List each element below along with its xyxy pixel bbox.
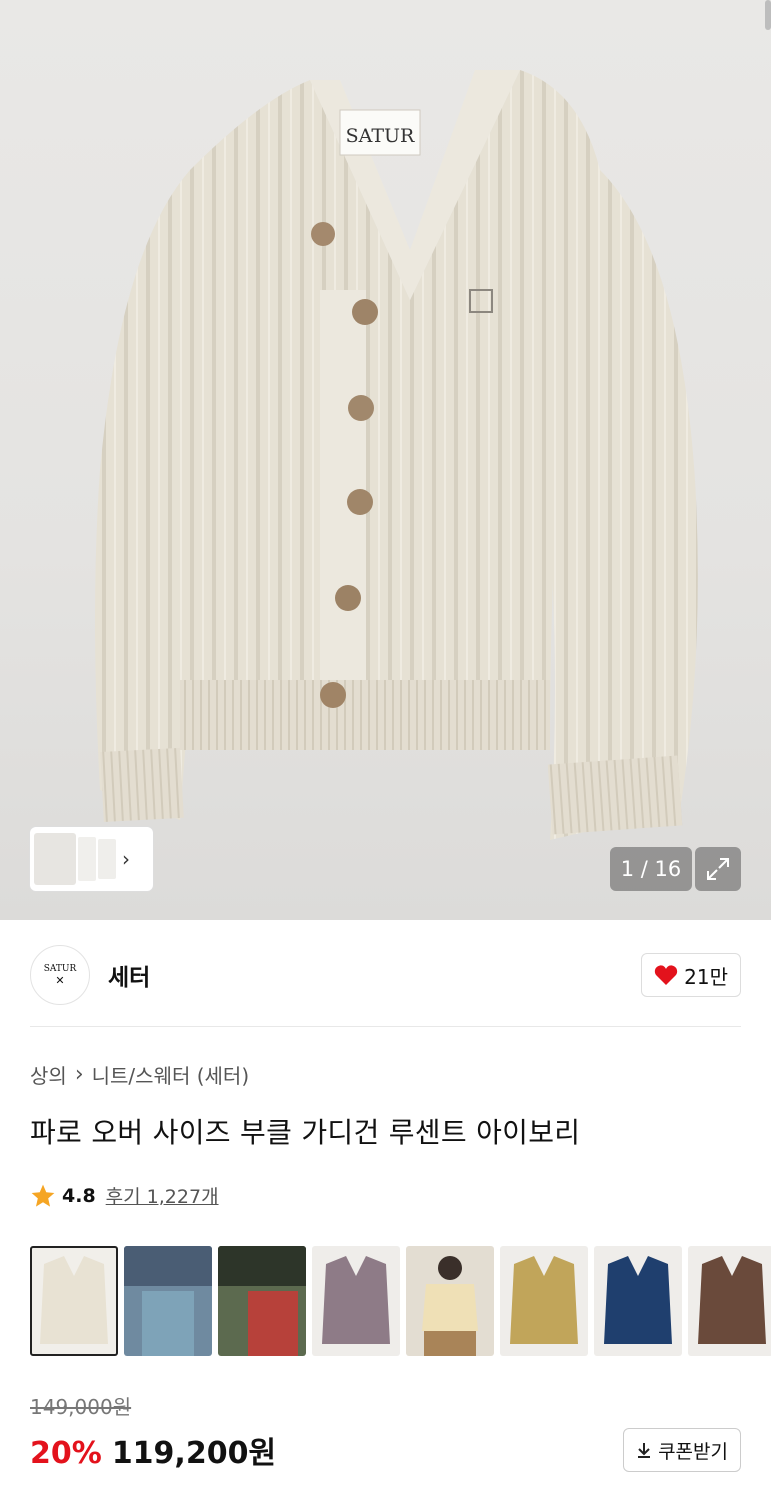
color-swatch-list <box>30 1246 771 1356</box>
discount-rate: 20% <box>30 1436 102 1471</box>
swatch-navy[interactable] <box>594 1246 682 1356</box>
gallery-thumbnail-strip[interactable]: › <box>30 827 153 891</box>
download-icon <box>638 1443 651 1458</box>
swatch-mustard[interactable] <box>500 1246 588 1356</box>
coupon-button[interactable]: 쿠폰받기 <box>623 1428 741 1472</box>
swatch-blue-lifestyle[interactable] <box>124 1246 212 1356</box>
chevron-right-icon: › <box>74 1062 84 1087</box>
expand-icon[interactable] <box>695 847 741 891</box>
like-count: 21만 <box>684 964 728 989</box>
swatch-ivory[interactable] <box>30 1246 118 1356</box>
image-counter: 1 / 16 <box>610 847 692 891</box>
brand-row: SATUR ✕ 세터 21만 <box>30 944 741 1006</box>
brand-logo-text: SATUR <box>43 963 77 974</box>
rating-row: 4.8 후기 1,227개 <box>30 1182 219 1209</box>
price-row: 20% 119,200원 <box>30 1428 276 1472</box>
swatch-mauve[interactable] <box>312 1246 400 1356</box>
swatch-red-lifestyle[interactable] <box>218 1246 306 1356</box>
label-tag-text: SATUR <box>346 125 415 147</box>
original-price: 149,000원 <box>30 1395 132 1419</box>
star-icon <box>31 1184 55 1207</box>
thumbnail-main[interactable] <box>34 833 76 885</box>
cardigan-image: SATUR <box>95 70 698 840</box>
swatch-brown[interactable] <box>688 1246 771 1356</box>
heart-icon <box>654 965 678 985</box>
review-count-link[interactable]: 후기 1,227개 <box>106 1182 219 1209</box>
thumbnail[interactable] <box>98 839 116 879</box>
brand-name[interactable]: 세터 <box>108 958 150 992</box>
breadcrumb-subcategory[interactable]: 니트/스웨터 (세터) <box>92 1060 250 1089</box>
brand-logo[interactable]: SATUR ✕ <box>30 945 90 1005</box>
thumbnail[interactable] <box>78 837 96 881</box>
breadcrumb-category[interactable]: 상의 <box>30 1060 67 1089</box>
scrollbar[interactable] <box>765 0 771 30</box>
rating-score: 4.8 <box>62 1184 96 1207</box>
chevron-right-icon[interactable]: › <box>122 847 130 871</box>
breadcrumb: 상의 › 니트/스웨터 (세터) <box>30 1060 249 1089</box>
brand-logo-mark: ✕ <box>55 973 65 987</box>
divider <box>30 1026 741 1027</box>
sale-price: 119,200원 <box>111 1436 277 1471</box>
swatch-butter[interactable] <box>406 1246 494 1356</box>
product-title: 파로 오버 사이즈 부클 가디건 루센트 아이보리 <box>30 1116 581 1149</box>
product-image-gallery[interactable]: SATUR › 1 / 16 <box>0 0 771 920</box>
coupon-label: 쿠폰받기 <box>658 1440 728 1463</box>
like-button[interactable]: 21만 <box>641 953 741 997</box>
